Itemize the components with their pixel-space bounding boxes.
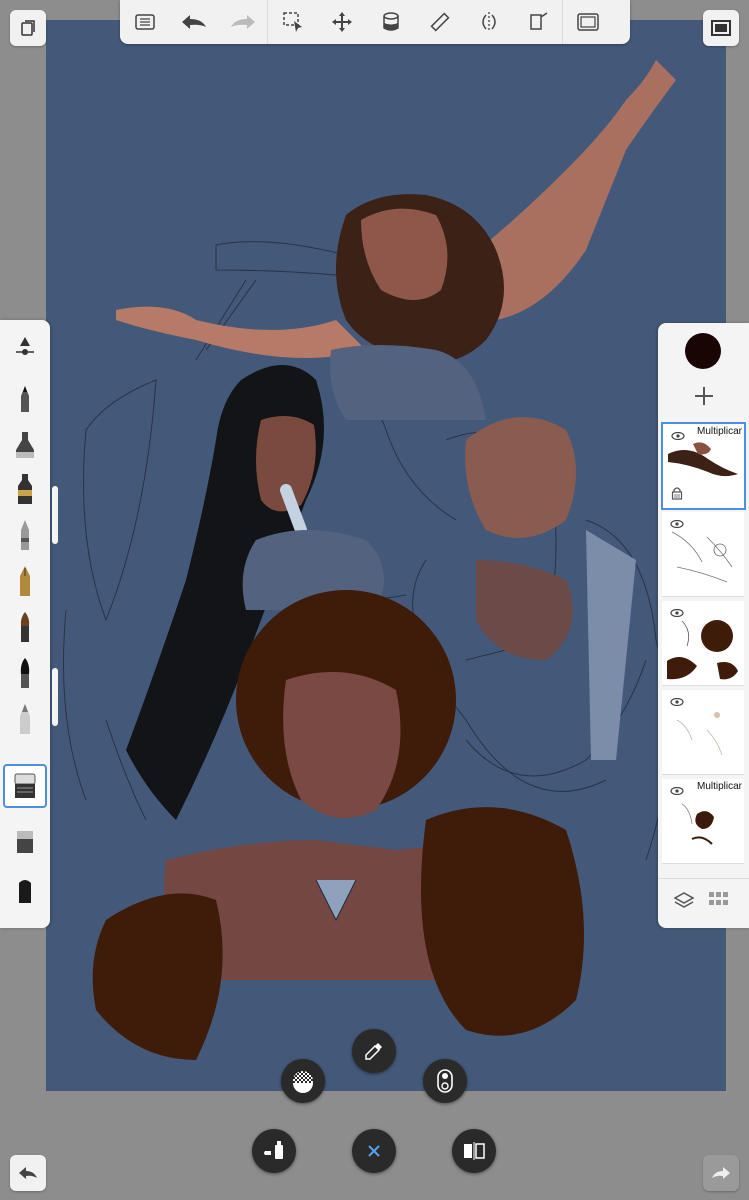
flip-icon bbox=[464, 1142, 485, 1160]
undo-corner-button[interactable] bbox=[10, 1155, 46, 1191]
redo-icon bbox=[230, 15, 255, 29]
opacity-toggle-button[interactable] bbox=[423, 1059, 467, 1103]
layer-item[interactable] bbox=[662, 512, 744, 597]
fountain-pen-icon bbox=[20, 566, 30, 596]
close-icon bbox=[368, 1145, 380, 1157]
visibility-eye-icon[interactable] bbox=[670, 609, 684, 617]
move-icon bbox=[331, 12, 352, 32]
layer-panel: Multiplicar Multiplicar bbox=[658, 323, 749, 928]
undo-button[interactable] bbox=[169, 0, 218, 44]
brush-palette bbox=[0, 320, 50, 928]
frame-icon bbox=[576, 13, 599, 31]
layer-list-button[interactable] bbox=[120, 0, 169, 44]
eraser-icon bbox=[14, 773, 36, 798]
brush-paint-brush[interactable] bbox=[4, 606, 46, 648]
list-icon bbox=[134, 14, 155, 30]
ruler-button[interactable] bbox=[415, 0, 464, 44]
frame-button[interactable] bbox=[563, 0, 612, 44]
fill-button[interactable] bbox=[366, 0, 415, 44]
redo-button[interactable] bbox=[218, 0, 267, 44]
layer-blend-mode: Multiplicar bbox=[696, 781, 742, 792]
current-color-swatch[interactable] bbox=[685, 333, 721, 369]
divider bbox=[658, 878, 749, 879]
brush-eraser[interactable] bbox=[3, 764, 47, 808]
undo-icon bbox=[19, 1167, 37, 1179]
ink-pen-icon bbox=[16, 432, 34, 458]
fill-bucket-icon bbox=[382, 12, 399, 31]
layer-item[interactable] bbox=[662, 601, 744, 686]
plus-icon bbox=[695, 387, 713, 405]
brush-settings-button[interactable] bbox=[4, 326, 46, 368]
selection-icon bbox=[282, 12, 302, 32]
fill-spray-button[interactable] bbox=[252, 1129, 296, 1173]
marker-icon bbox=[18, 474, 32, 504]
layer-item[interactable] bbox=[662, 690, 744, 775]
left-panel-resize-handle[interactable] bbox=[52, 668, 58, 726]
brush-marker[interactable] bbox=[4, 468, 46, 510]
drawing-canvas[interactable] bbox=[46, 20, 726, 1091]
redo-icon bbox=[712, 1167, 730, 1179]
grid-icon bbox=[709, 892, 728, 905]
layers-icon bbox=[673, 892, 695, 908]
brush-fountain-pen[interactable] bbox=[4, 560, 46, 602]
smudge-icon bbox=[20, 704, 30, 734]
transform-button[interactable] bbox=[317, 0, 366, 44]
undo-icon bbox=[181, 15, 206, 29]
layer-stack-button[interactable] bbox=[673, 891, 697, 913]
gallery-button[interactable] bbox=[10, 10, 46, 46]
symmetry-icon bbox=[481, 12, 496, 32]
layer-item[interactable]: Multiplicar bbox=[661, 422, 746, 510]
fill-spray-icon bbox=[264, 1141, 283, 1159]
figure-laughing-woman bbox=[465, 417, 636, 760]
calligraphy-brush-icon bbox=[20, 658, 30, 688]
ruler-icon bbox=[429, 12, 450, 32]
eyedropper-icon bbox=[365, 1043, 382, 1060]
brush-calligraphy[interactable] bbox=[4, 652, 46, 694]
layer-grid-button[interactable] bbox=[708, 891, 732, 913]
layer-item[interactable]: Multiplicar bbox=[662, 779, 744, 864]
fullscreen-button[interactable] bbox=[703, 10, 739, 46]
airbrush-icon bbox=[21, 520, 29, 550]
brush-hard-eraser[interactable] bbox=[4, 820, 46, 862]
visibility-eye-icon[interactable] bbox=[670, 787, 684, 795]
redo-corner-button[interactable] bbox=[703, 1155, 739, 1191]
top-toolbar bbox=[120, 0, 630, 44]
transparency-icon bbox=[293, 1071, 313, 1093]
perspective-icon bbox=[529, 12, 547, 30]
paint-brush-icon bbox=[20, 612, 30, 642]
chisel-marker-icon bbox=[19, 880, 31, 903]
visibility-eye-icon[interactable] bbox=[670, 698, 684, 706]
flip-button[interactable] bbox=[452, 1129, 496, 1173]
left-panel-resize-handle[interactable] bbox=[52, 486, 58, 544]
pencil-icon bbox=[21, 386, 29, 412]
opacity-toggle-icon bbox=[437, 1069, 453, 1093]
brush-settings-icon bbox=[16, 337, 34, 355]
fullscreen-icon bbox=[711, 20, 731, 36]
artwork bbox=[63, 60, 676, 1060]
hard-eraser-icon bbox=[17, 831, 33, 853]
figure-singer-arms-up bbox=[116, 60, 676, 420]
brush-ink-pen[interactable] bbox=[4, 424, 46, 466]
brush-smudge[interactable] bbox=[4, 698, 46, 740]
lock-icon[interactable] bbox=[671, 486, 683, 500]
layer-blend-mode: Multiplicar bbox=[696, 426, 742, 437]
eyedropper-button[interactable] bbox=[352, 1029, 396, 1073]
gallery-icon bbox=[21, 20, 35, 36]
symmetry-button[interactable] bbox=[464, 0, 513, 44]
brush-chisel-marker[interactable] bbox=[4, 870, 46, 912]
brush-pencil[interactable] bbox=[4, 378, 46, 420]
add-layer-button[interactable] bbox=[693, 385, 715, 407]
transparency-button[interactable] bbox=[281, 1059, 325, 1103]
perspective-button[interactable] bbox=[513, 0, 562, 44]
brush-airbrush[interactable] bbox=[4, 514, 46, 556]
visibility-eye-icon[interactable] bbox=[670, 520, 684, 528]
close-button[interactable] bbox=[352, 1129, 396, 1173]
select-button[interactable] bbox=[268, 0, 317, 44]
visibility-eye-icon[interactable] bbox=[671, 432, 685, 440]
